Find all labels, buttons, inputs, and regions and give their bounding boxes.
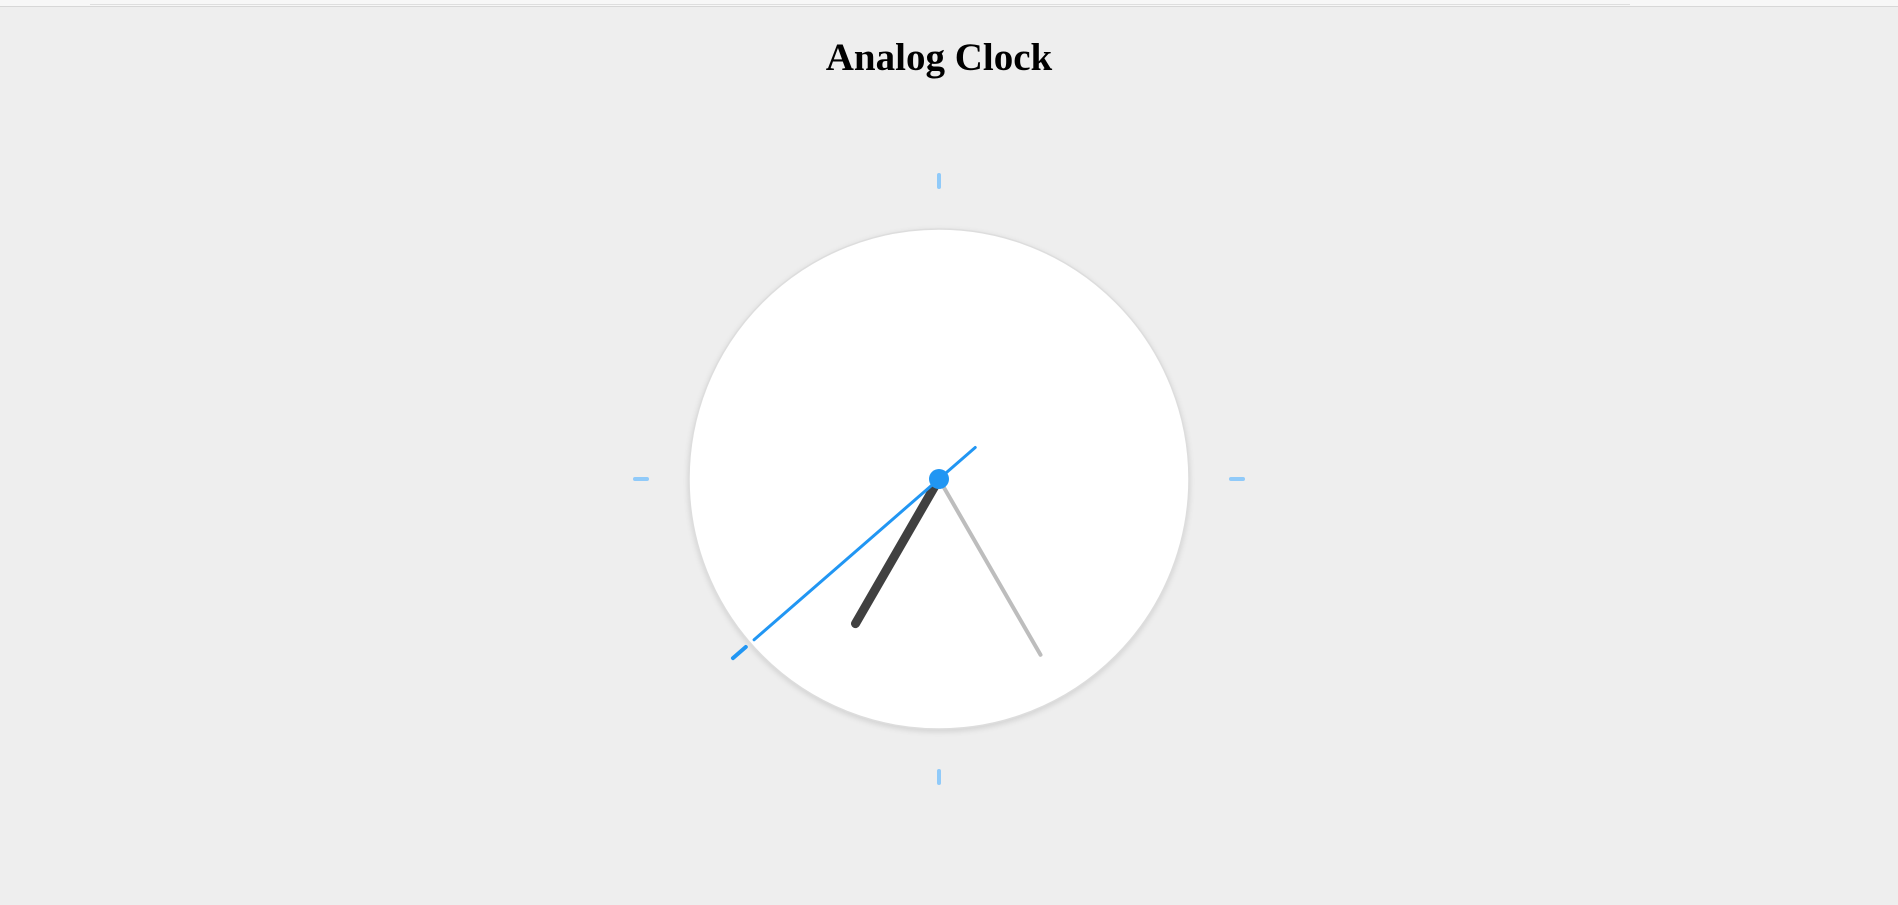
browser-top-edge: [0, 0, 1898, 7]
center-cap: [929, 469, 949, 489]
second-hand-tail: [730, 644, 748, 661]
analog-clock: [633, 173, 1245, 785]
top-divider: [90, 0, 1630, 5]
clock-page: Analog Clock: [0, 7, 1898, 905]
